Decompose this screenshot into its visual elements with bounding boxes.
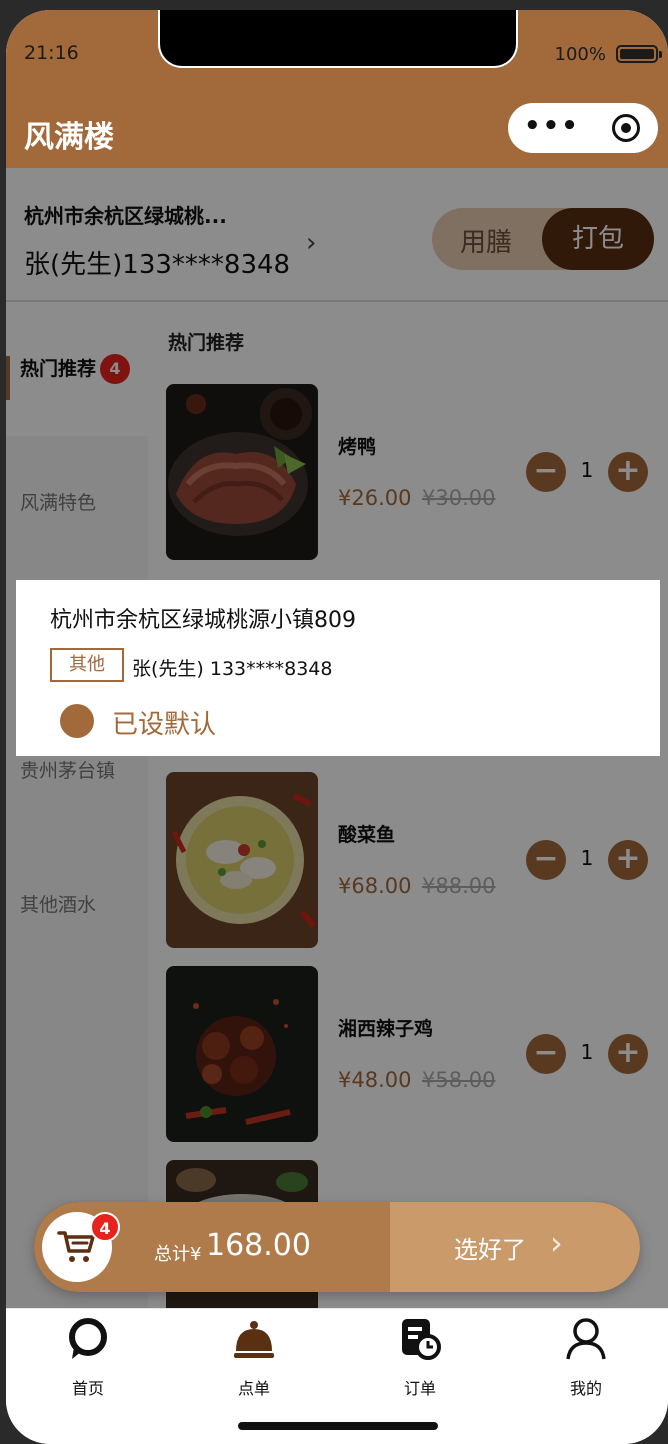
status-time: 21:16: [24, 42, 79, 64]
order-clock-icon: [402, 1319, 441, 1360]
home-chat-icon: [69, 1318, 107, 1359]
target-icon[interactable]: [612, 114, 640, 142]
address-card[interactable]: 杭州市余杭区绿城桃源小镇809 其他 张(先生) 133****8348 已设默…: [16, 580, 660, 756]
tab-order-menu[interactable]: 点单: [194, 1317, 314, 1399]
tab-label: 点单: [237, 1379, 270, 1398]
address-tag: 其他: [50, 648, 124, 682]
nav-bar: 风满楼 •••: [6, 88, 668, 168]
checkout-label: 选好了: [454, 1236, 526, 1264]
miniprogram-capsule[interactable]: •••: [508, 103, 658, 153]
phone-screen: 21:16 100% 风满楼 ••• 杭州市余杭区绿城桃... 张(先生)133…: [6, 10, 668, 1444]
battery-icon: [616, 45, 662, 63]
tab-label: 我的: [569, 1379, 602, 1398]
more-dots-icon[interactable]: •••: [524, 113, 580, 139]
tab-orders[interactable]: 订单: [360, 1317, 480, 1399]
device-notch: [158, 10, 518, 68]
cart-badge: 4: [90, 1212, 120, 1242]
user-icon: [566, 1318, 606, 1360]
cloche-icon: [234, 1321, 274, 1358]
default-radio-icon[interactable]: [60, 704, 94, 738]
tab-label: 首页: [71, 1379, 104, 1398]
status-bar: 21:16 100%: [6, 10, 668, 88]
card-contact: 张(先生) 133****8348: [132, 658, 333, 680]
tab-label: 订单: [403, 1379, 436, 1398]
cart-bar: 4 总计¥ 168.00 选好了 ›: [34, 1202, 640, 1292]
default-label: 已设默认: [112, 710, 217, 740]
home-indicator[interactable]: [238, 1422, 438, 1430]
total-value: 168.00: [206, 1228, 311, 1263]
cart-summary[interactable]: 4 总计¥ 168.00: [34, 1202, 390, 1292]
checkout-button[interactable]: 选好了 ›: [390, 1202, 640, 1292]
chevron-right-icon: ›: [550, 1224, 563, 1262]
tab-home[interactable]: 首页: [28, 1317, 148, 1399]
card-address: 杭州市余杭区绿城桃源小镇809: [50, 608, 356, 633]
battery-percent: 100%: [554, 44, 606, 65]
tab-mine[interactable]: 我的: [526, 1317, 646, 1399]
total-label: 总计¥: [154, 1244, 202, 1265]
page-title: 风满楼: [24, 120, 114, 155]
